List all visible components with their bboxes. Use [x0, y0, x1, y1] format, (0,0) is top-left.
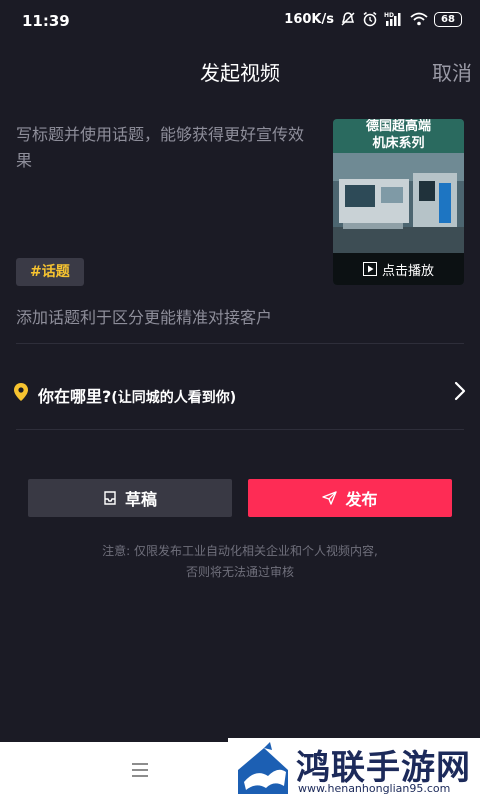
location-row[interactable]: 你在哪里?(让同城的人看到你) — [0, 346, 480, 428]
status-icons: 160K/s HD 68 — [284, 11, 462, 27]
alarm-icon — [363, 11, 377, 27]
status-bar: 11:39 160K/s HD 68 — [0, 0, 480, 44]
video-thumbnail[interactable]: 德国超高端 机床系列 点击播放 — [333, 119, 464, 285]
topic-hint: 添加话题利于区分更能精准对接客户 — [16, 308, 273, 327]
svg-text:HD: HD — [384, 12, 394, 19]
location-title: 你在哪里? — [38, 387, 112, 406]
play-icon — [362, 262, 377, 276]
thumbnail-title-line2: 机床系列 — [372, 136, 425, 151]
thumbnail-title: 德国超高端 机床系列 — [333, 119, 464, 152]
mute-icon — [341, 12, 355, 26]
play-label: 点击播放 — [381, 263, 434, 279]
divider-bottom — [16, 429, 464, 430]
watermark-url: www.henanhonglian95.com — [298, 782, 451, 795]
draft-label: 草稿 — [124, 490, 157, 509]
cancel-button[interactable]: 取消 — [432, 57, 472, 86]
machine-image — [333, 153, 464, 253]
network-speed: 160K/s — [284, 11, 334, 27]
chevron-right-icon — [454, 381, 466, 401]
play-overlay[interactable]: 点击播放 — [333, 253, 464, 285]
menu-icon[interactable] — [132, 763, 148, 777]
divider-top — [16, 343, 464, 344]
location-label: 你在哪里?(让同城的人看到你) — [38, 383, 236, 407]
location-pin-icon — [14, 383, 28, 401]
thumbnail-title-line1: 德国超高端 — [365, 119, 431, 134]
save-draft-button[interactable]: 草稿 — [28, 479, 232, 517]
nav-bar: 发起视频 取消 — [0, 44, 480, 94]
wifi-icon — [410, 12, 428, 26]
hd-signal-icon: HD — [384, 12, 401, 26]
publish-label: 发布 — [345, 490, 378, 509]
draft-icon — [104, 491, 116, 505]
notice-line1: 注意: 仅限发布工业自动化相关企业和个人视频内容, — [102, 544, 378, 558]
status-time: 11:39 — [22, 12, 70, 30]
review-notice: 注意: 仅限发布工业自动化相关企业和个人视频内容, 否则将无法通过审核 — [40, 541, 440, 583]
topic-tag-button[interactable]: #话题 — [16, 258, 84, 286]
page-title: 发起视频 — [200, 61, 280, 85]
publish-button[interactable]: 发布 — [248, 479, 452, 517]
watermark: 鸿联手游网 www.henanhonglian95.com — [228, 738, 480, 800]
location-sub-label: (让同城的人看到你) — [111, 390, 237, 406]
battery-icon: 68 — [434, 11, 462, 27]
thumbnail-banner: 德国超高端 机床系列 — [333, 119, 464, 153]
watermark-logo — [234, 742, 292, 798]
send-icon — [322, 491, 338, 505]
caption-input[interactable]: 写标题并使用话题，能够获得更好宣传效果 — [16, 122, 306, 174]
notice-line2: 否则将无法通过审核 — [185, 565, 294, 579]
